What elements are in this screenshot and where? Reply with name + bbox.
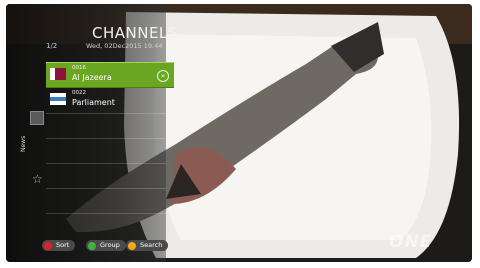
channel-name: Al Jazeera xyxy=(72,73,112,82)
channel-number: 0016 xyxy=(72,65,86,71)
channel-number: 0022 xyxy=(72,90,86,96)
ok-icon: » xyxy=(157,70,169,82)
channel-row-parliament[interactable]: 0022 Parliament xyxy=(46,88,174,112)
page-counter: 1/2 xyxy=(46,42,58,50)
sort-label: Sort xyxy=(56,241,70,249)
search-label: Search xyxy=(140,241,163,249)
group-label: Group xyxy=(100,241,120,249)
list-divider xyxy=(46,213,166,214)
yellow-dot-icon xyxy=(128,242,136,250)
date-time: Wed, 02Dec2015 19:44 xyxy=(86,42,163,50)
list-divider xyxy=(46,138,166,139)
square-icon xyxy=(30,111,44,125)
channel-row-al-jazeera[interactable]: 0016 Al Jazeera » xyxy=(46,62,174,88)
list-divider xyxy=(46,113,166,114)
group-label: News xyxy=(20,135,27,152)
list-divider xyxy=(46,188,166,189)
channel-name: Parliament xyxy=(72,98,115,107)
flag-icon xyxy=(50,93,66,105)
qatar-flag-icon xyxy=(50,68,66,80)
page-title: CHANNELS xyxy=(92,24,178,42)
channel-logo-watermark: ONE xyxy=(389,232,433,252)
red-dot-icon xyxy=(44,242,52,250)
list-divider xyxy=(46,163,166,164)
tv-screen: CHANNELS 1/2 Wed, 02Dec2015 19:44 0016 A… xyxy=(6,4,472,262)
green-dot-icon xyxy=(88,242,96,250)
star-icon[interactable]: ☆ xyxy=(32,172,43,186)
search-button[interactable]: Search xyxy=(126,240,169,251)
sort-button[interactable]: Sort xyxy=(42,240,76,251)
group-button[interactable]: Group xyxy=(86,240,126,251)
